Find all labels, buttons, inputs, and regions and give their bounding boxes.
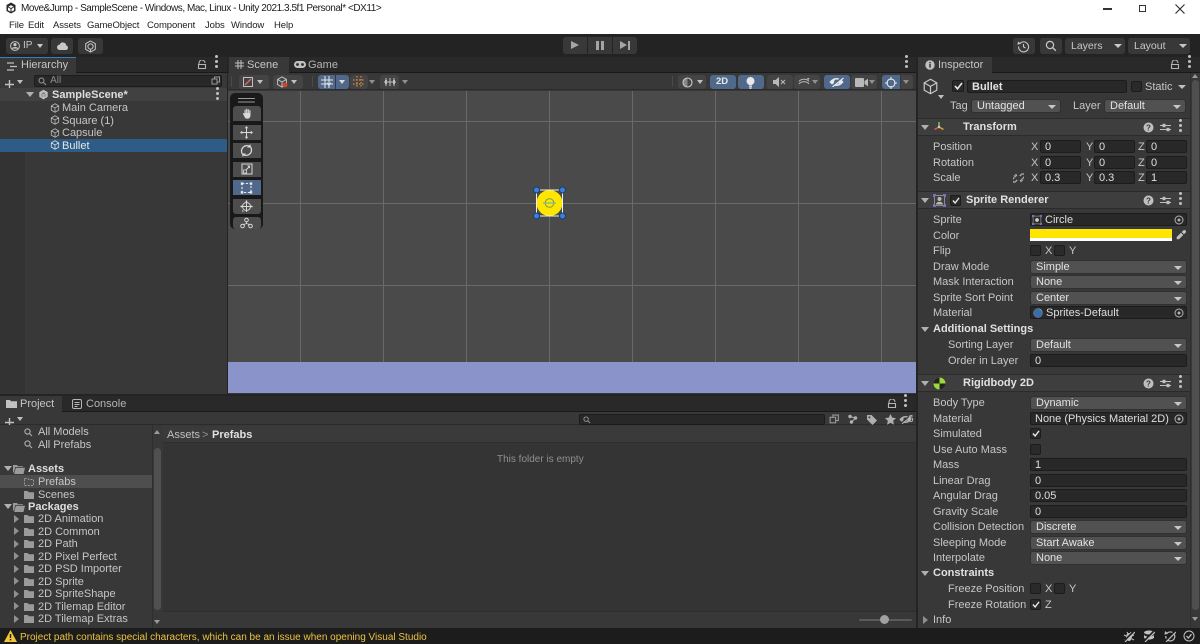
svg-text:?: ? (1146, 380, 1151, 389)
svg-text:Y: Y (327, 83, 332, 89)
svg-text:?: ? (1146, 124, 1151, 133)
svg-text:?: ? (1146, 197, 1151, 206)
